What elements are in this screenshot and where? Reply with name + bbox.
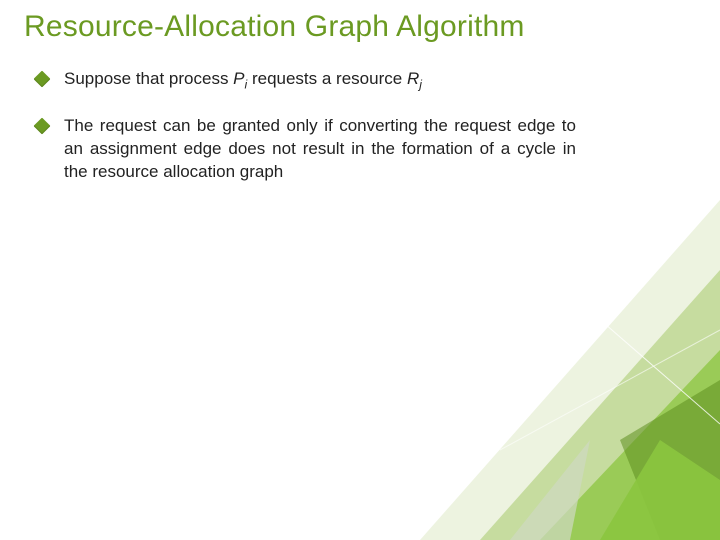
bullet-icon (34, 117, 51, 134)
slide: Resource-Allocation Graph Algorithm Supp… (0, 0, 720, 540)
slide-title: Resource-Allocation Graph Algorithm (24, 10, 525, 44)
decorative-artwork (360, 180, 720, 540)
text-fragment: requests a resource (247, 69, 407, 88)
bullet-icon (34, 71, 51, 88)
math-subscript: j (419, 77, 422, 91)
math-var: P (233, 69, 244, 88)
slide-body: Suppose that process Pi requests a resou… (36, 68, 576, 206)
bullet-item: The request can be granted only if conve… (36, 115, 576, 184)
text-fragment: Suppose that process (64, 69, 233, 88)
bullet-text: Suppose that process Pi requests a resou… (64, 68, 422, 93)
math-var: R (407, 69, 419, 88)
bullet-item: Suppose that process Pi requests a resou… (36, 68, 576, 93)
bullet-text: The request can be granted only if conve… (64, 115, 576, 184)
